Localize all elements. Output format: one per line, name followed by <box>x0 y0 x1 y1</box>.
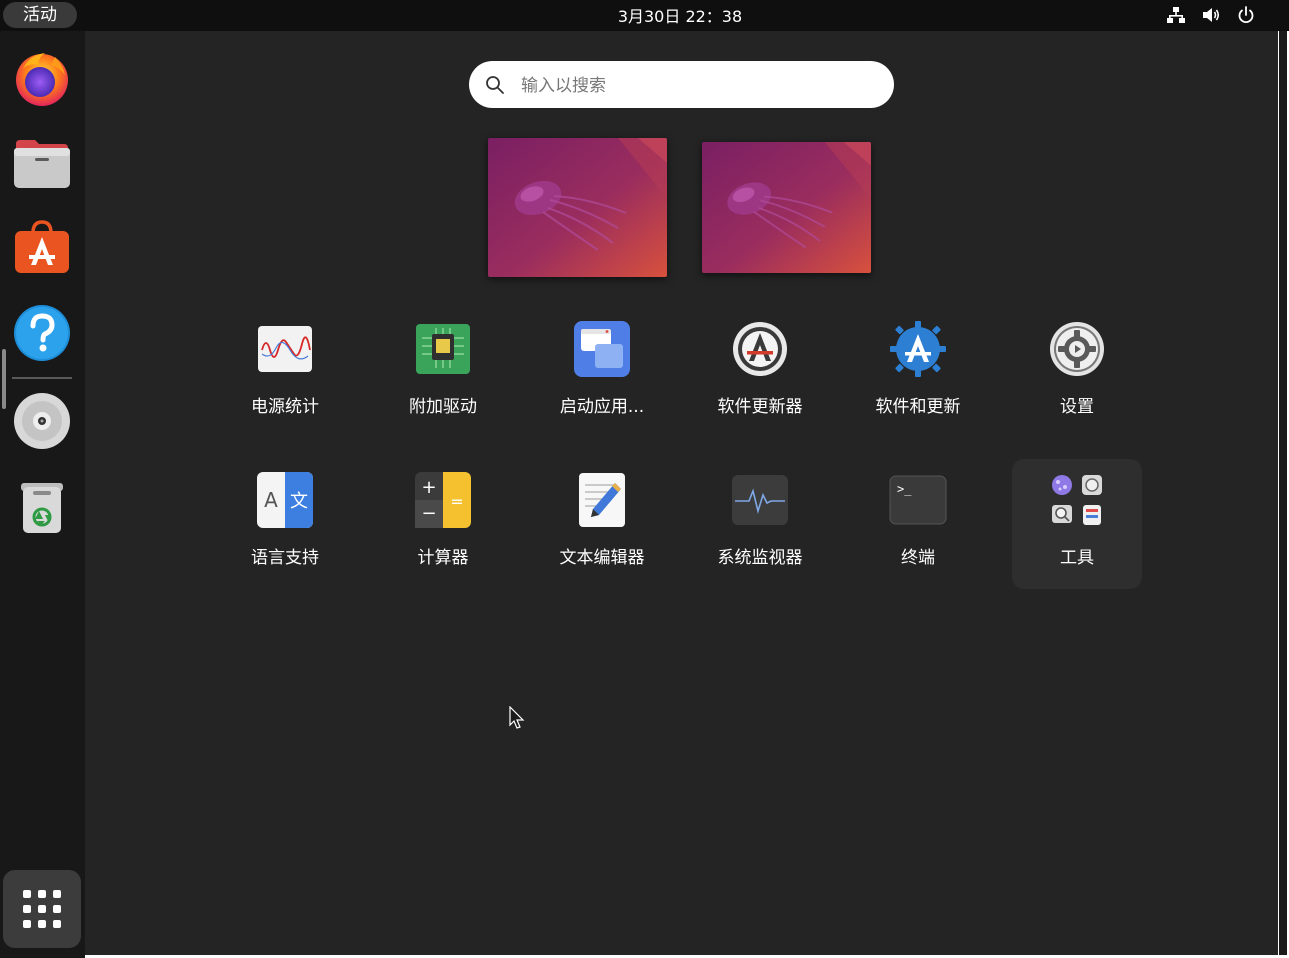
disc-icon[interactable] <box>11 390 73 452</box>
app-label: 终端 <box>901 548 935 568</box>
volume-icon[interactable] <box>1200 4 1222 26</box>
search-box[interactable] <box>469 61 894 108</box>
running-indicator <box>2 349 6 409</box>
svg-text:−: − <box>421 503 436 524</box>
app-label: 电源统计 <box>251 397 319 417</box>
calculator-icon: + − = <box>415 472 471 528</box>
app-label: 设置 <box>1060 397 1094 417</box>
app-language-support[interactable]: A 文 语言支持 <box>220 459 350 589</box>
show-apps-button[interactable] <box>3 870 81 948</box>
trash-icon[interactable] <box>11 475 73 537</box>
terminal-icon: >_ <box>889 475 947 525</box>
search-icon <box>486 76 504 94</box>
dock <box>0 31 85 958</box>
dock-separator <box>12 377 72 379</box>
svg-text:>_: >_ <box>897 482 912 496</box>
software-properties-icon <box>890 321 946 377</box>
wallpaper-image <box>702 142 871 273</box>
app-label: 文本编辑器 <box>559 548 645 568</box>
app-additional-drivers[interactable]: 附加驱动 <box>378 308 508 438</box>
app-label: 工具 <box>1060 548 1094 568</box>
startup-apps-icon <box>574 321 630 377</box>
top-bar: 活动 3月30日 22：38 <box>0 0 1289 31</box>
power-icon[interactable] <box>1235 4 1257 26</box>
app-terminal[interactable]: >_ 终端 <box>853 459 983 589</box>
window-edge-inner <box>1279 31 1287 955</box>
app-startup-applications[interactable]: 启动应用... <box>537 308 667 438</box>
workspace-thumbnail-1[interactable] <box>488 138 667 277</box>
utilities-folder-icon <box>1052 475 1102 525</box>
app-label: 启动应用... <box>559 397 645 417</box>
workspace-thumbnail-2[interactable] <box>702 142 871 273</box>
network-icon[interactable] <box>1165 4 1187 26</box>
app-label: 计算器 <box>417 548 469 568</box>
mouse-cursor-icon <box>509 706 525 729</box>
app-label: 软件和更新 <box>875 397 961 417</box>
additional-drivers-icon <box>416 324 470 374</box>
svg-text:=: = <box>450 492 463 511</box>
app-software-properties[interactable]: 软件和更新 <box>853 308 983 438</box>
text-editor-icon <box>579 473 625 527</box>
app-label: 系统监视器 <box>717 548 803 568</box>
desktop-overview: 活动 3月30日 22：38 输入以搜索 电源统计 附加驱动 启动应用... 软… <box>0 0 1289 958</box>
app-label: 附加驱动 <box>409 397 477 417</box>
wallpaper-image <box>488 138 667 277</box>
app-store-icon[interactable] <box>11 217 73 279</box>
clock-date-time[interactable]: 3月30日 22：38 <box>560 0 800 31</box>
app-system-monitor[interactable]: 系统监视器 <box>695 459 825 589</box>
app-text-editor[interactable]: 文本编辑器 <box>537 459 667 589</box>
activities-button[interactable]: 活动 <box>3 2 77 28</box>
help-icon[interactable] <box>11 302 73 364</box>
app-power-statistics[interactable]: 电源统计 <box>220 308 350 438</box>
app-calculator[interactable]: + − = 计算器 <box>378 459 508 589</box>
app-software-updater[interactable]: 软件更新器 <box>695 308 825 438</box>
firefox-icon[interactable] <box>11 47 73 109</box>
files-icon[interactable] <box>11 132 73 194</box>
app-settings[interactable]: 设置 <box>1012 308 1142 438</box>
search-input[interactable] <box>519 69 873 102</box>
app-label: 软件更新器 <box>717 397 803 417</box>
power-statistics-icon <box>258 326 312 372</box>
svg-text:+: + <box>421 477 436 498</box>
svg-text:A: A <box>264 488 278 512</box>
app-label: 语言支持 <box>251 548 319 568</box>
svg-text:文: 文 <box>290 491 308 512</box>
settings-icon <box>1050 322 1104 376</box>
software-updater-icon <box>733 322 787 376</box>
folder-utilities[interactable]: 工具 <box>1012 459 1142 589</box>
language-support-icon: A 文 <box>257 472 313 528</box>
show-apps-grid-icon <box>23 890 61 928</box>
system-monitor-icon <box>732 475 788 525</box>
